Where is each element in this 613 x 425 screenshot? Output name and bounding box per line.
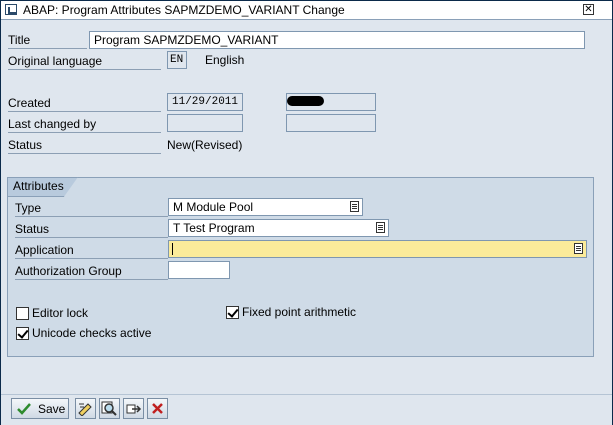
fixed-point-checkbox[interactable] [226, 306, 239, 319]
cancel-icon [152, 403, 163, 414]
type-label: Type [15, 200, 168, 217]
original-language-name: English [205, 53, 245, 67]
last-changed-label: Last changed by [8, 116, 161, 133]
redacted-mark [287, 96, 324, 106]
original-language-code: EN [167, 51, 187, 69]
attributes-group-title: Attributes [13, 179, 64, 193]
fixed-point-label: Fixed point arithmetic [242, 305, 357, 319]
checkmark-icon [17, 403, 31, 415]
where-used-icon [101, 401, 117, 416]
unicode-checks-checkbox[interactable] [16, 327, 29, 340]
save-button[interactable]: Save [11, 398, 69, 419]
value-help-icon[interactable] [376, 222, 385, 233]
attributes-group: Attributes Type M Module Pool Status T T… [7, 177, 594, 357]
program-status-label: Status [15, 221, 168, 238]
title-bar: ABAP: Program Attributes SAPMZDEMO_VARIA… [1, 1, 612, 20]
value-help-icon[interactable] [350, 201, 359, 212]
window-icon [5, 4, 17, 15]
editor-lock-label: Editor lock [32, 306, 89, 320]
application-input[interactable] [168, 240, 587, 258]
program-status-select[interactable]: T Test Program [168, 219, 389, 237]
created-date: 11/29/2011 [167, 93, 243, 111]
last-changed-date [167, 114, 243, 132]
bottom-toolbar: Save [1, 394, 612, 425]
transport-button[interactable] [123, 398, 144, 419]
value-help-icon[interactable] [574, 243, 583, 254]
status-value: New(Revised) [167, 138, 243, 152]
authorization-group-input[interactable] [168, 261, 230, 279]
program-attributes-dialog: ABAP: Program Attributes SAPMZDEMO_VARIA… [0, 0, 613, 425]
title-input[interactable]: Program SAPMZDEMO_VARIANT [89, 31, 585, 49]
created-label: Created [8, 95, 161, 112]
original-language-label: Original language [8, 53, 161, 70]
type-select[interactable]: M Module Pool [168, 198, 363, 216]
application-label: Application [15, 242, 168, 259]
created-by [286, 93, 376, 111]
cancel-button[interactable] [147, 398, 168, 419]
where-used-button[interactable] [99, 398, 120, 419]
window-title: ABAP: Program Attributes SAPMZDEMO_VARIA… [23, 3, 345, 17]
texts-button[interactable] [75, 398, 96, 419]
unicode-checks-label: Unicode checks active [32, 326, 152, 340]
transport-icon [126, 404, 142, 414]
close-icon[interactable]: ✕ [583, 4, 594, 15]
status-label: Status [8, 137, 161, 154]
authorization-group-label: Authorization Group [15, 263, 168, 280]
editor-lock-checkbox[interactable] [16, 307, 29, 320]
last-changed-by [286, 114, 376, 132]
title-label: Title [8, 32, 87, 49]
text-cursor [172, 243, 173, 255]
texts-icon [78, 403, 92, 416]
